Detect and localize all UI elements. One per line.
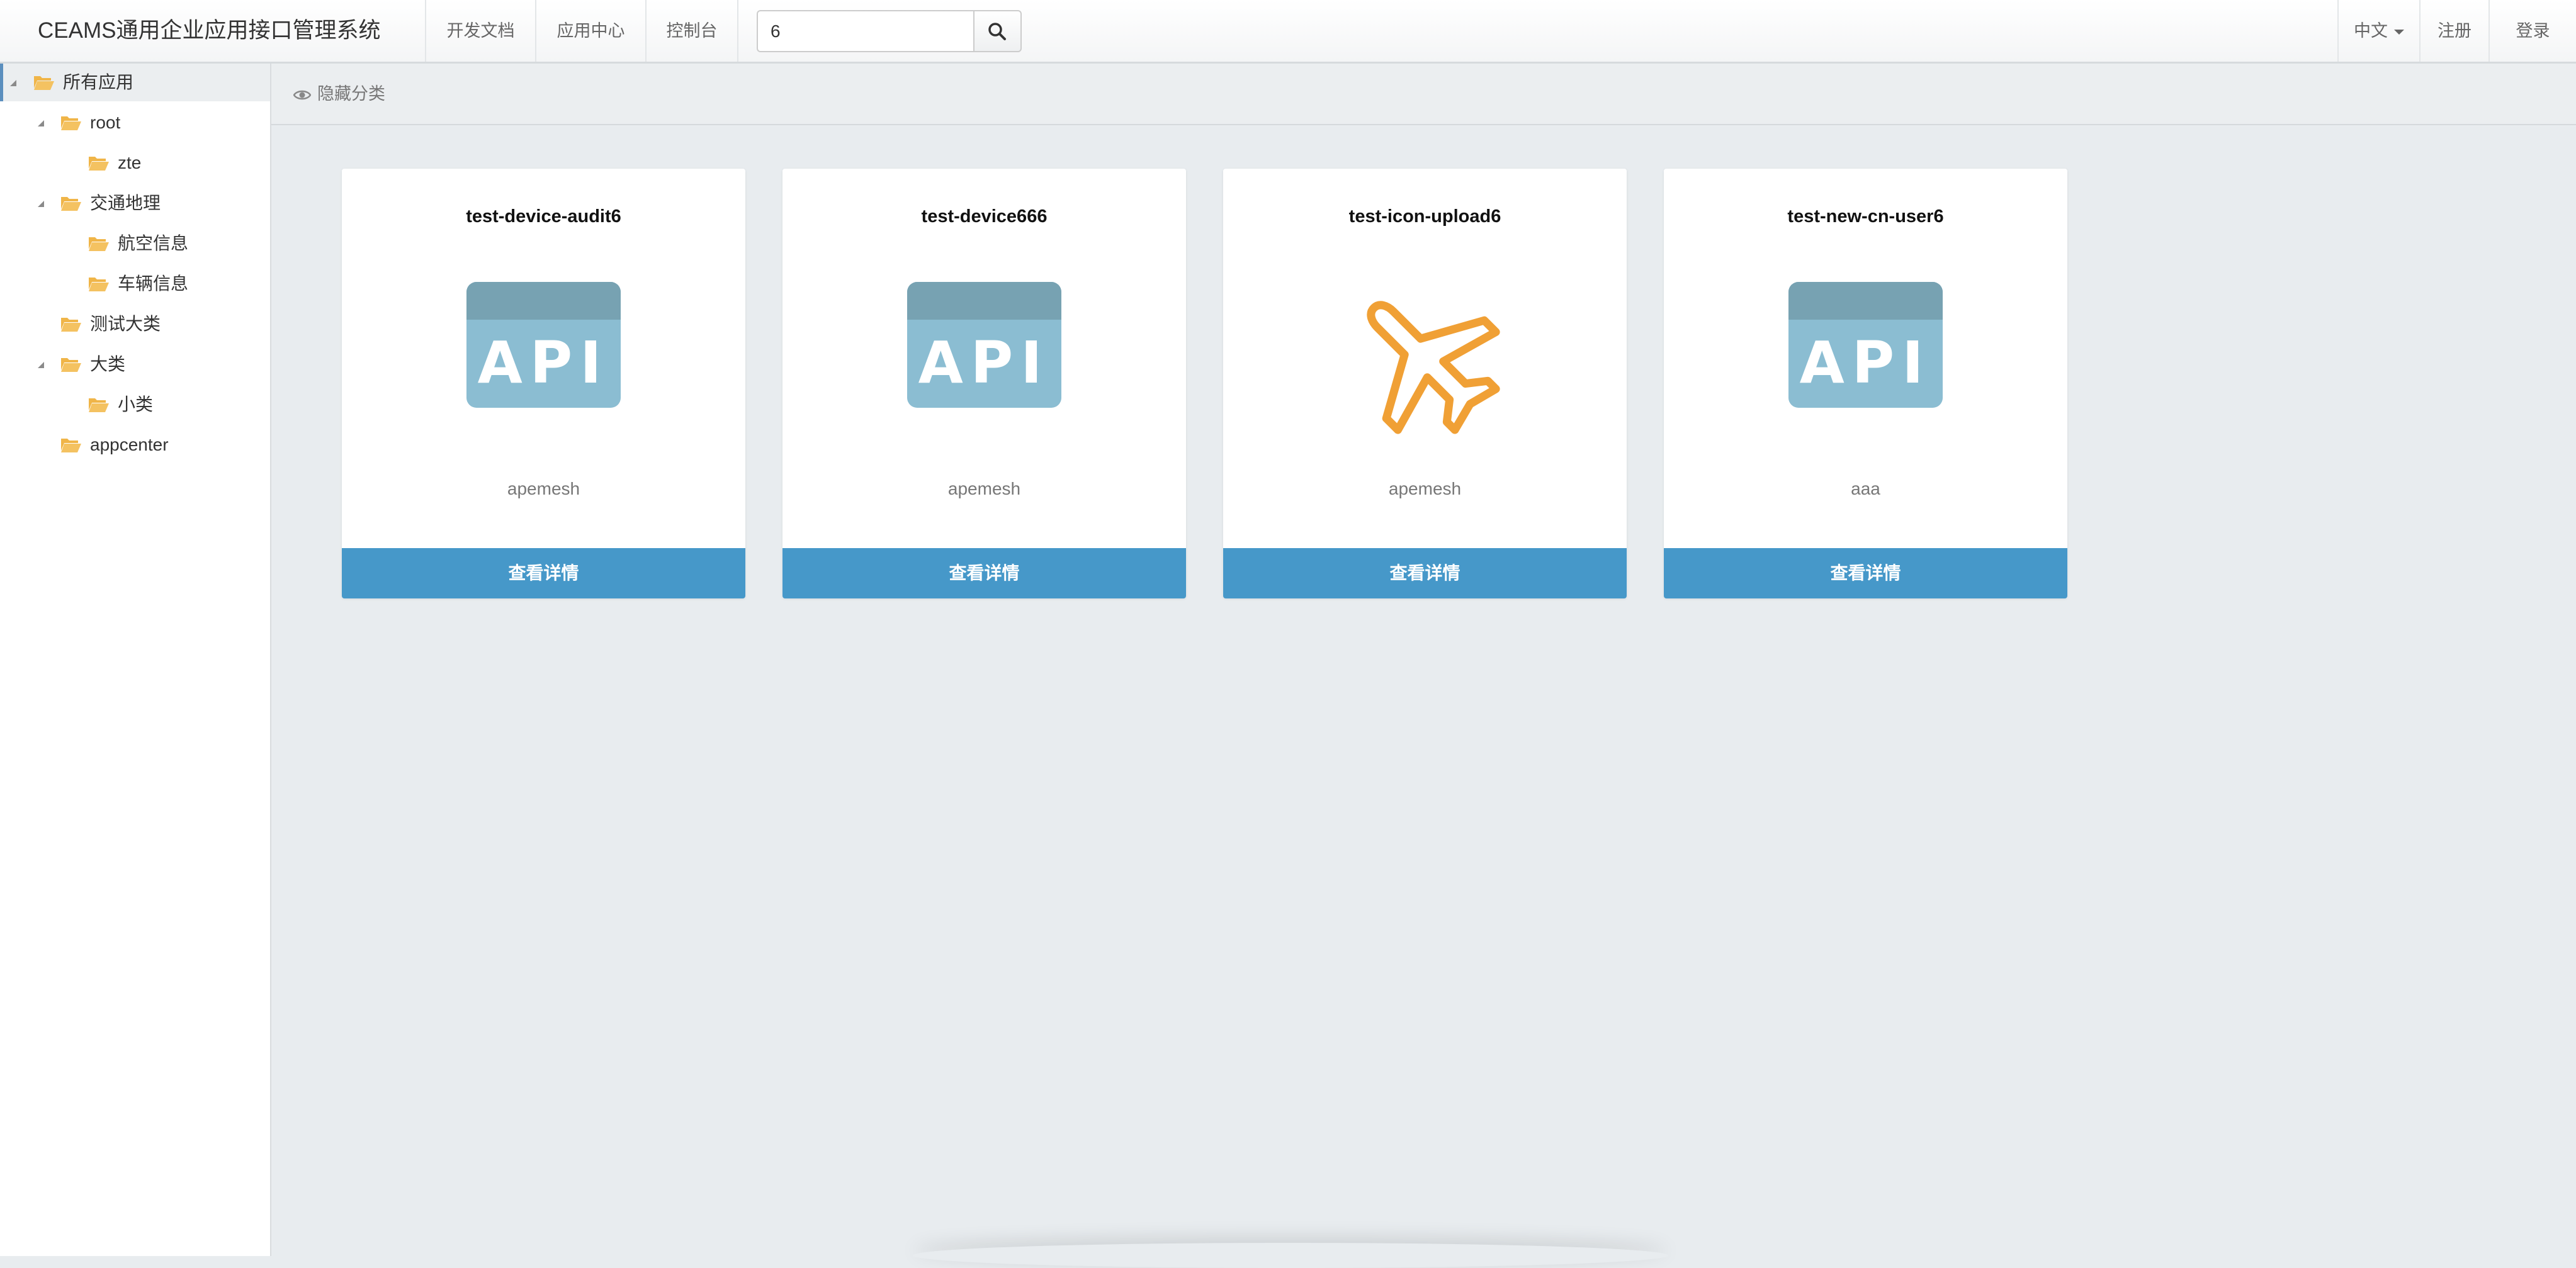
language-label: 中文	[2354, 21, 2388, 40]
footer-shadow	[913, 1243, 1668, 1268]
search-input[interactable]	[757, 10, 974, 52]
tree-node-all-apps[interactable]: 所有应用	[0, 64, 270, 101]
app-card: test-icon-upload6 apemesh 查看详情	[1223, 169, 1627, 598]
caret-down-icon	[2394, 29, 2404, 35]
app-card-author: apemesh	[947, 479, 1021, 498]
app-card-author: apemesh	[1388, 479, 1462, 498]
folder-open-icon	[61, 358, 81, 372]
language-dropdown[interactable]: 中文	[2337, 0, 2419, 62]
app-card-title[interactable]: test-new-cn-user6	[1664, 206, 2067, 227]
eye-icon	[293, 90, 312, 100]
top-navbar: CEAMS通用企业应用接口管理系统 开发文档 应用中心 控制台 中文 注册 登录	[0, 0, 2576, 64]
expanded-icon	[38, 362, 44, 368]
hide-category-label: 隐藏分类	[317, 84, 385, 103]
api-icon: API	[466, 282, 621, 408]
nav-app-center[interactable]: 应用中心	[535, 0, 645, 62]
folder-open-icon	[89, 237, 109, 251]
nav-console[interactable]: 控制台	[645, 0, 738, 62]
app-card-title[interactable]: test-icon-upload6	[1223, 206, 1627, 227]
tree-label: 小类	[118, 395, 154, 414]
expanded-icon	[38, 201, 44, 207]
api-icon: API	[1788, 282, 1943, 408]
tree-label: 车辆信息	[118, 274, 189, 293]
folder-open-icon	[89, 398, 109, 412]
view-details-button[interactable]: 查看详情	[782, 548, 1186, 598]
view-details-button[interactable]: 查看详情	[1664, 548, 2067, 598]
app-card-author: aaa	[1851, 479, 1880, 498]
app-card: test-new-cn-user6 API aaa 查看详情	[1664, 169, 2067, 598]
folder-open-icon	[61, 197, 81, 211]
login-link[interactable]: 登录	[2488, 0, 2576, 62]
expanded-icon	[38, 120, 44, 126]
register-link[interactable]: 注册	[2419, 0, 2488, 62]
view-details-button[interactable]: 查看详情	[342, 548, 745, 598]
folder-open-icon	[89, 278, 109, 291]
tree-label: 所有应用	[63, 72, 134, 92]
folder-open-icon	[34, 76, 54, 90]
view-details-button[interactable]: 查看详情	[1223, 548, 1627, 598]
app-card: test-device666 API apemesh 查看详情	[782, 169, 1186, 598]
content-toolbar: 隐藏分类	[271, 64, 2576, 125]
app-card-author: apemesh	[507, 479, 580, 498]
tree-label: zte	[118, 153, 142, 172]
folder-open-icon	[89, 157, 109, 171]
category-sidebar: 所有应用 root zte 交通地理 航空信息 车辆信息 测试大类 大类 小类	[0, 64, 271, 1256]
search-icon	[988, 23, 1006, 40]
folder-open-icon	[61, 439, 81, 452]
tree-label: 测试大类	[90, 314, 161, 334]
svg-text:API: API	[918, 329, 1050, 396]
airplane-icon	[1367, 301, 1500, 434]
folder-open-icon	[61, 318, 81, 332]
hide-category-toggle[interactable]: 隐藏分类	[293, 64, 385, 124]
expanded-icon	[10, 80, 16, 86]
nav-dev-docs[interactable]: 开发文档	[425, 0, 535, 62]
svg-text:API: API	[478, 329, 609, 396]
svg-text:API: API	[1800, 329, 1931, 396]
tree-label: 航空信息	[118, 233, 189, 253]
tree-label: appcenter	[90, 435, 169, 454]
app-card: test-device-audit6 API apemesh 查看详情	[342, 169, 745, 598]
brand-title[interactable]: CEAMS通用企业应用接口管理系统	[38, 0, 380, 62]
app-card-title[interactable]: test-device-audit6	[342, 206, 745, 227]
tree-label: 大类	[90, 354, 126, 374]
search-button[interactable]	[973, 10, 1022, 52]
api-icon: API	[907, 282, 1061, 408]
tree-label: root	[90, 113, 121, 132]
app-card-title[interactable]: test-device666	[782, 206, 1186, 227]
folder-open-icon	[61, 116, 81, 130]
tree-label: 交通地理	[90, 193, 161, 213]
